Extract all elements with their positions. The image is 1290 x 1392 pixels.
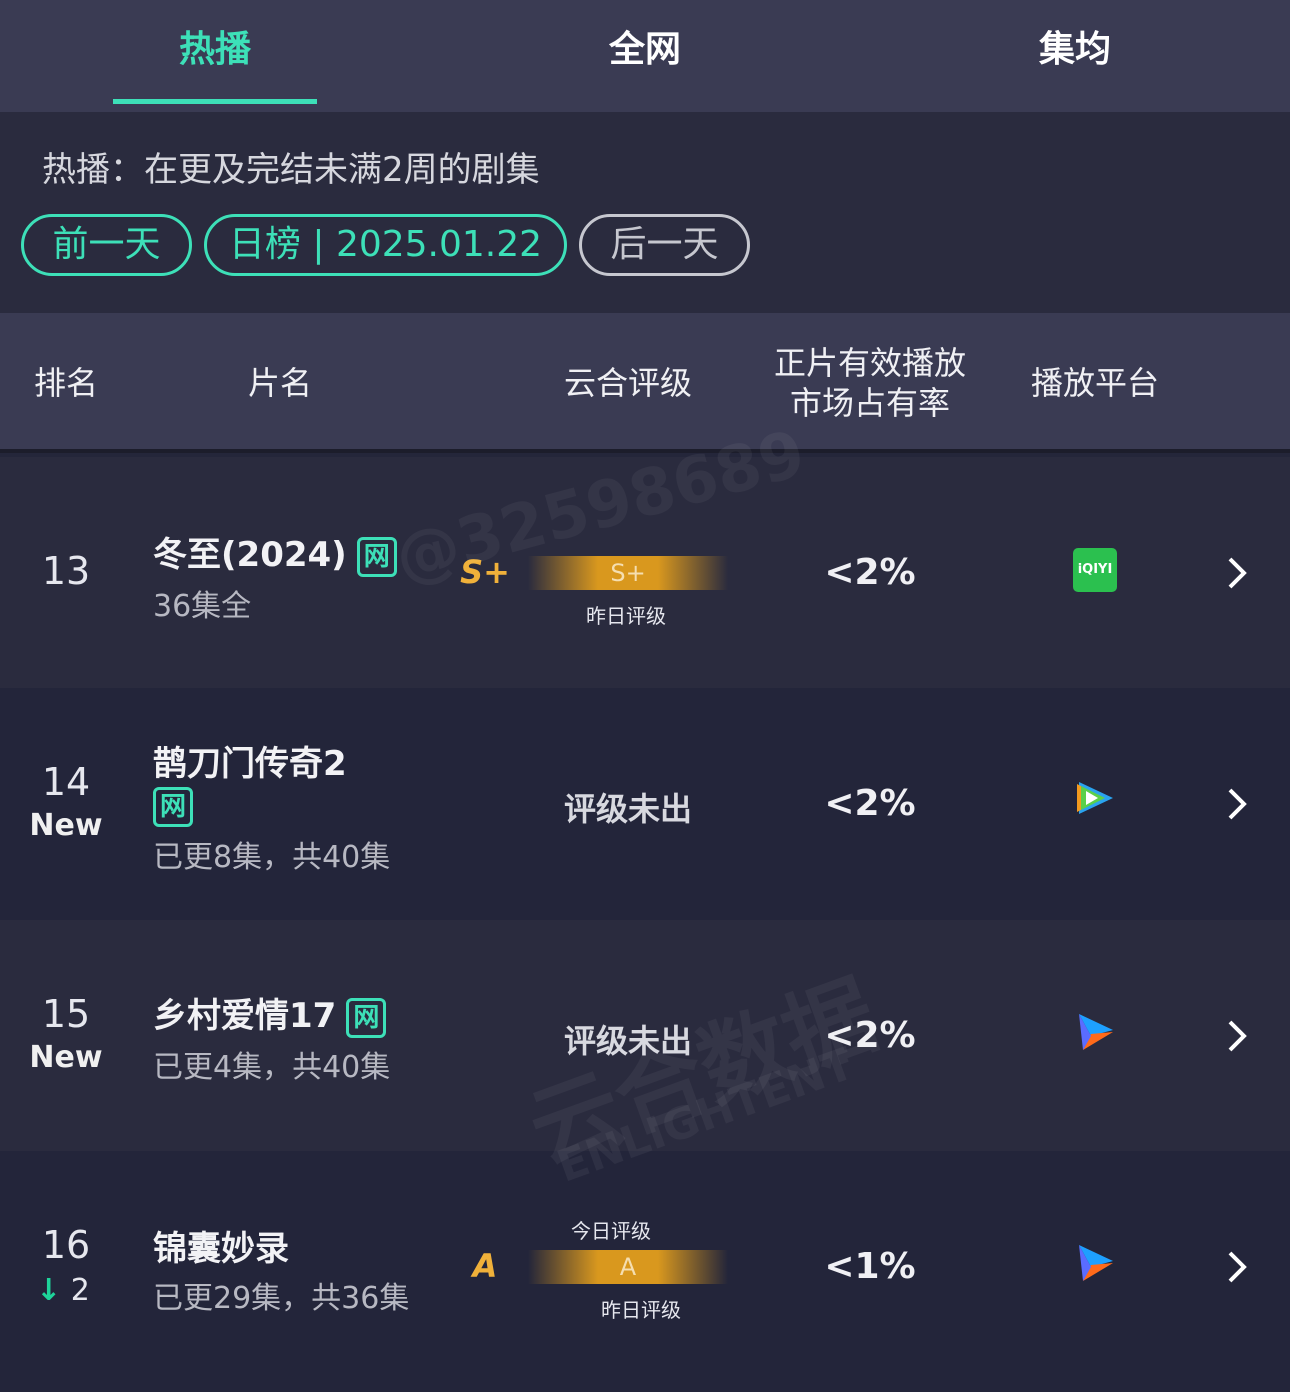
tab-hot[interactable]: 热播 — [0, 0, 430, 112]
drama-title: 乡村爱情17 网 — [153, 988, 387, 1038]
web-drama-tag: 网 — [346, 997, 387, 1038]
bar-grade: A — [619, 1253, 637, 1281]
arrow-down-icon: ↓ — [36, 1273, 62, 1308]
rank-change: ↓ 2 — [36, 1273, 90, 1308]
table-row[interactable]: 14 New 鹊刀门传奇2 网 已更8集，共40集 评级未出 <2% — [0, 688, 1290, 920]
table-row[interactable]: 13 冬至(2024) 网 36集全 S+ S+ 昨日评级 <2% iQIYI — [0, 457, 1290, 688]
iqiyi-icon: iQIYI — [1073, 548, 1117, 592]
tab-episode-average[interactable]: 集均 — [860, 0, 1290, 112]
youku-icon — [1079, 1014, 1113, 1050]
rank-change-value: 2 — [70, 1273, 90, 1308]
rank: 13 — [41, 549, 91, 593]
chevron-right-icon[interactable] — [1222, 553, 1252, 593]
tencent-video-icon — [1077, 782, 1113, 814]
web-drama-tag: 网 — [356, 536, 397, 577]
next-day-button[interactable]: 后一天 — [579, 214, 750, 276]
filter-description: 热播：在更及完结未满2周的剧集 — [42, 150, 540, 190]
rank: 16 — [41, 1223, 91, 1267]
title-text: 冬至(2024) — [153, 535, 347, 575]
episode-count: 已更29集，共36集 — [153, 1281, 410, 1316]
market-share: <2% — [824, 1015, 916, 1056]
tab-bar: 热播 全网 集均 — [0, 0, 1290, 112]
table-header: 排名 片名 云合评级 正片有效播放 市场占有率 播放平台 — [0, 313, 1290, 453]
web-drama-tag: 网 — [153, 786, 193, 827]
title-text: 乡村爱情17 — [153, 996, 337, 1036]
market-share: <2% — [824, 552, 916, 593]
new-badge: New — [29, 808, 103, 843]
table-row[interactable]: 16 ↓ 2 锦囊妙录 已更29集，共36集 今日评级 A A 昨日评级 <1% — [0, 1151, 1290, 1392]
rank: 15 — [41, 992, 91, 1036]
new-badge: New — [29, 1040, 103, 1075]
date-selector[interactable]: 日榜 | 2025.01.22 — [204, 214, 567, 276]
market-share: <1% — [824, 1246, 916, 1287]
filter-bar: 热播：在更及完结未满2周的剧集 前一天 日榜 | 2025.01.22 后一天 — [0, 112, 1290, 313]
prev-day-button[interactable]: 前一天 — [21, 214, 192, 276]
today-rating-label: 今日评级 — [571, 1219, 651, 1243]
header-rank: 排名 — [33, 364, 98, 402]
title-text: 锦囊妙录 — [153, 1229, 289, 1269]
yesterday-rating-label: 昨日评级 — [601, 1298, 681, 1322]
drama-title: 锦囊妙录 — [153, 1221, 289, 1270]
rating-status: 评级未出 — [563, 1022, 692, 1060]
today-grade: A — [472, 1247, 498, 1285]
youku-icon — [1079, 1245, 1113, 1281]
today-grade: S+ — [460, 553, 510, 591]
bar-grade: S+ — [610, 559, 646, 587]
market-share: <2% — [824, 783, 916, 824]
chevron-right-icon[interactable] — [1222, 1016, 1252, 1056]
header-platform: 播放平台 — [1030, 364, 1159, 402]
drama-title: 冬至(2024) 网 — [153, 527, 397, 577]
rank: 14 — [41, 760, 91, 804]
table-row[interactable]: 15 New 乡村爱情17 网 已更4集，共40集 评级未出 <2% — [0, 920, 1290, 1151]
header-rating: 云合评级 — [563, 364, 692, 402]
episode-count: 已更8集，共40集 — [153, 840, 391, 875]
chevron-right-icon[interactable] — [1222, 1247, 1252, 1287]
rating-status: 评级未出 — [563, 790, 692, 828]
episode-count: 已更4集，共40集 — [153, 1050, 391, 1085]
header-market-share: 正片有效播放 市场占有率 — [773, 344, 966, 422]
title-text: 鹊刀门传奇2 — [153, 744, 347, 784]
yesterday-rating-label: 昨日评级 — [586, 604, 666, 628]
drama-title: 鹊刀门传奇2 网 — [153, 736, 383, 827]
header-title: 片名 — [247, 364, 312, 402]
tab-all-network[interactable]: 全网 — [430, 0, 860, 112]
rating-bar: A — [528, 1250, 728, 1284]
episode-count: 36集全 — [153, 589, 252, 624]
chevron-right-icon[interactable] — [1222, 784, 1252, 824]
rating-bar: S+ — [528, 556, 728, 590]
